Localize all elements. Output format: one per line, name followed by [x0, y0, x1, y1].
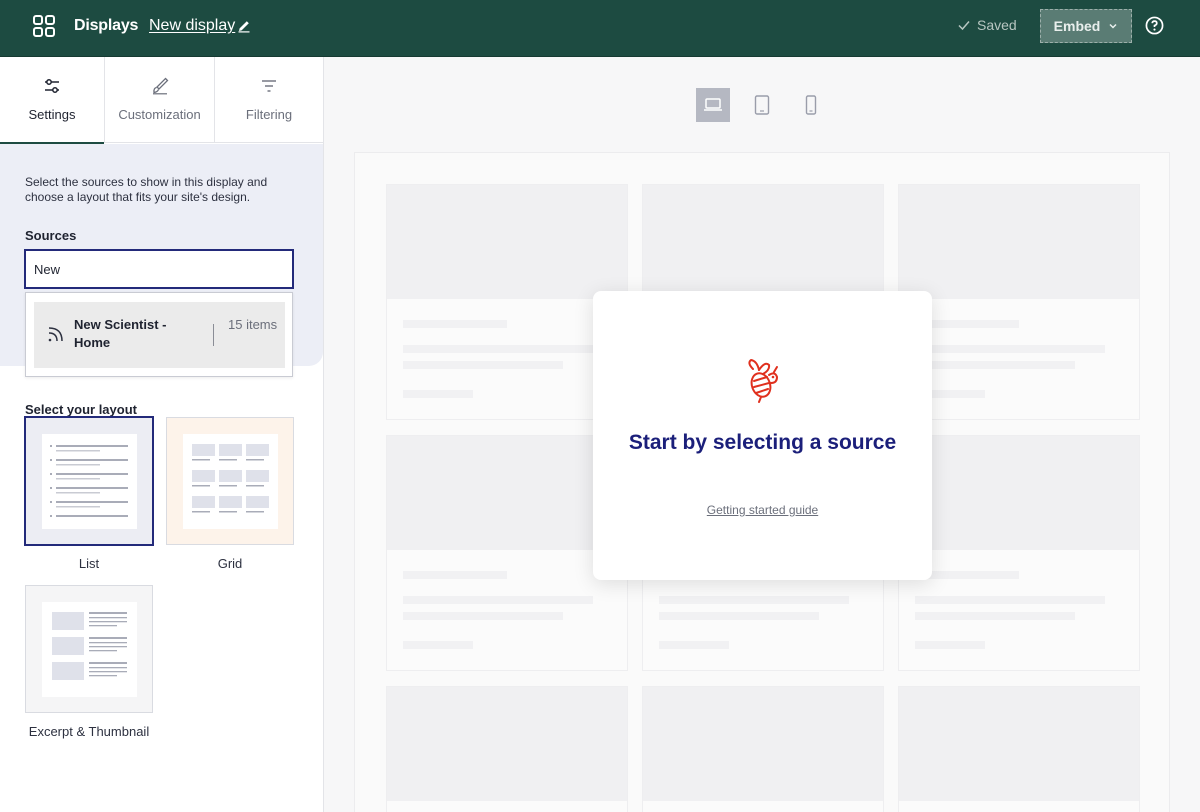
saved-label: Saved [977, 17, 1017, 33]
help-icon[interactable] [1145, 16, 1164, 35]
placeholder-card [642, 686, 884, 812]
laptop-icon [704, 98, 722, 111]
empty-state-card: Start by selecting a source Getting star… [593, 291, 932, 580]
layout-list-option[interactable] [24, 416, 154, 546]
sliders-icon [45, 79, 59, 93]
layout-excerpt-thumbnail-option[interactable] [25, 585, 153, 713]
phone-icon [805, 95, 817, 115]
embed-label: Embed [1053, 18, 1101, 34]
brush-icon [152, 77, 168, 95]
placeholder-card [386, 435, 628, 671]
tab-label: Filtering [245, 107, 293, 122]
layout-grid-option[interactable] [166, 417, 294, 545]
settings-sidebar: Settings Customization Filtering Select … [0, 57, 324, 812]
check-icon [958, 21, 970, 31]
placeholder-card [898, 686, 1140, 812]
saved-status: Saved [957, 17, 1017, 33]
bee-logo-icon [748, 359, 778, 403]
device-mobile-button[interactable] [794, 88, 828, 122]
sidebar-tabs: Settings Customization Filtering [0, 57, 323, 144]
layout-label: Select your layout [25, 402, 137, 417]
list-layout-preview [42, 434, 137, 529]
tab-settings[interactable]: Settings [0, 57, 105, 144]
sources-label: Sources [25, 228, 77, 243]
excerpt-layout-preview [42, 602, 137, 697]
app-name[interactable]: Displays [74, 17, 138, 35]
layout-grid-label: Grid [217, 556, 243, 571]
tablet-icon [754, 95, 770, 115]
sources-dropdown: New Scientist - Home 15 items [25, 292, 293, 377]
excerpt-layout-icon [52, 612, 127, 680]
intro-text: Select the sources to show in this displ… [25, 175, 268, 204]
rss-icon [48, 327, 63, 342]
display-name[interactable]: New display [149, 17, 235, 35]
source-option[interactable]: New Scientist - Home 15 items [34, 302, 285, 368]
grid-layout-preview [183, 434, 278, 529]
tab-filtering[interactable]: Filtering [215, 57, 323, 143]
tab-label: Settings [28, 107, 76, 122]
empty-state-title: Start by selecting a source [628, 431, 897, 454]
apps-grid-icon[interactable] [33, 15, 55, 37]
device-desktop-button[interactable] [696, 88, 730, 122]
getting-started-link[interactable]: Getting started guide [593, 503, 932, 517]
tab-customization[interactable]: Customization [105, 57, 215, 143]
filter-icon [262, 80, 276, 92]
placeholder-card [386, 686, 628, 812]
source-option-title: New Scientist - Home [74, 317, 167, 350]
placeholder-card [898, 435, 1140, 671]
placeholder-card [898, 184, 1140, 420]
device-tablet-button[interactable] [745, 88, 779, 122]
chevron-down-icon [1109, 23, 1117, 29]
list-layout-icon [50, 445, 128, 517]
grid-layout-icon [192, 444, 269, 513]
top-bar: Displays New display Saved Embed [0, 0, 1200, 57]
layout-list-label: List [78, 556, 100, 571]
layout-excerpt-thumbnail-label: Excerpt & Thumbnail [28, 724, 150, 739]
sources-search-input[interactable] [24, 249, 294, 289]
tab-label: Customization [118, 107, 201, 122]
embed-button[interactable]: Embed [1040, 9, 1132, 43]
pencil-icon[interactable] [237, 19, 251, 33]
source-option-count: 15 items [228, 317, 278, 332]
placeholder-card [386, 184, 628, 420]
divider [213, 324, 214, 346]
